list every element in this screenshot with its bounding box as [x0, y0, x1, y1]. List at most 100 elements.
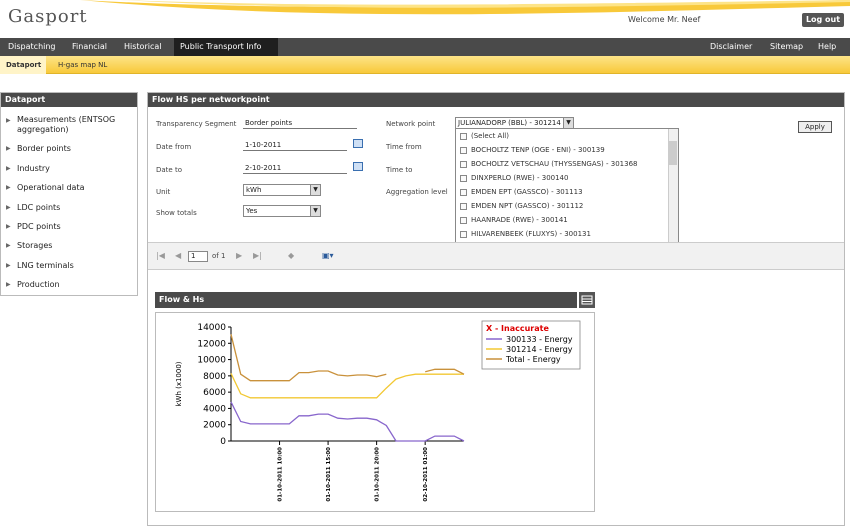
unit-label: Unit — [156, 188, 171, 196]
sidebar-item-production[interactable]: ▶ Production — [1, 280, 137, 289]
sidebar-item-label: LDC points — [17, 203, 61, 212]
legend-entry: 300133 - Energy — [506, 335, 573, 344]
series-line-1 — [230, 373, 464, 399]
show-totals-select[interactable]: Yes ▼ — [243, 205, 321, 217]
scroll-thumb[interactable] — [669, 141, 677, 165]
nav-disclaimer[interactable]: Disclaimer — [704, 38, 758, 56]
export-icon[interactable]: ▣▾ — [322, 251, 334, 260]
list-item[interactable]: (Select All) — [460, 132, 509, 140]
nav-help[interactable]: Help — [812, 38, 842, 56]
calendar-icon[interactable] — [353, 162, 363, 171]
aggregation-level-label: Aggregation level — [386, 188, 448, 196]
list-item[interactable]: EMDEN NPT (GASSCO) - 301112 — [460, 202, 583, 210]
calendar-icon[interactable] — [353, 139, 363, 148]
checkbox[interactable] — [460, 132, 467, 140]
checkbox[interactable] — [460, 202, 467, 210]
list-item-label: EMDEN EPT (GASSCO) - 301113 — [471, 188, 583, 196]
checkbox[interactable] — [460, 146, 467, 154]
arrow-right-icon: ▶ — [6, 117, 11, 124]
network-point-list[interactable]: (Select All) BOCHOLTZ TENP (OGE - ENI) -… — [455, 128, 679, 252]
subnav-hgas-map[interactable]: H-gas map NL — [52, 56, 113, 74]
nav-public-transport-info[interactable]: Public Transport Info — [174, 38, 278, 56]
arrow-right-icon: ▶ — [6, 242, 11, 249]
arrow-right-icon: ▶ — [6, 262, 11, 269]
checkbox[interactable] — [460, 188, 467, 196]
date-to-label: Date to — [156, 166, 182, 174]
legend-title: X - Inaccurate — [486, 324, 549, 333]
nav-dispatching[interactable]: Dispatching — [2, 38, 62, 56]
checkbox[interactable] — [460, 230, 467, 238]
checkbox[interactable] — [460, 216, 467, 224]
list-item[interactable]: EMDEN EPT (GASSCO) - 301113 — [460, 188, 583, 196]
sidebar-item-label: Measurements (ENTSOG aggregation) — [17, 115, 116, 134]
sidebar-item-label: Storages — [17, 241, 53, 250]
list-item[interactable]: HILVARENBEEK (FLUXYS) - 300131 — [460, 230, 591, 238]
nav-financial[interactable]: Financial — [66, 38, 113, 56]
table-view-icon[interactable] — [579, 292, 595, 308]
arrow-right-icon: ▶ — [6, 145, 11, 152]
y-axis-label: kWh (x1000) — [175, 361, 183, 406]
header: Gasport Welcome Mr. Neef Log out — [0, 0, 850, 38]
legend-entry: Total - Energy — [505, 355, 561, 364]
apply-button[interactable]: Apply — [798, 121, 832, 133]
first-page-icon[interactable]: |◀ — [156, 251, 165, 260]
x-tick-label: 01-10-2011 15:00 — [326, 447, 332, 502]
time-to-label: Time to — [386, 166, 413, 174]
unit-select[interactable]: kWh ▼ — [243, 184, 321, 196]
arrow-right-icon: ▶ — [6, 184, 11, 191]
arrow-right-icon: ▶ — [6, 281, 11, 288]
checkbox[interactable] — [460, 174, 467, 182]
sidebar-item-operational-data[interactable]: ▶ Operational data — [1, 183, 137, 192]
sidebar-item-industry[interactable]: ▶ Industry — [1, 164, 137, 173]
top-nav: Dispatching Financial Historical Public … — [0, 38, 850, 56]
sidebar-item-pdc-points[interactable]: ▶ PDC points — [1, 222, 137, 231]
list-item[interactable]: BOCHOLTZ VETSCHAU (THYSSENGAS) - 301368 — [460, 160, 637, 168]
date-from-field[interactable]: 1-10-2011 — [243, 139, 347, 151]
sidebar-item-lng-terminals[interactable]: ▶ LNG terminals — [1, 261, 137, 270]
subnav-dataport[interactable]: Dataport — [0, 56, 46, 74]
chart-box: 14000 12000 10000 8000 6000 4000 2000 0 kWh (x10… — [155, 312, 595, 512]
y-tick-label: 6000 — [203, 388, 226, 398]
nav-sitemap[interactable]: Sitemap — [764, 38, 809, 56]
date-to-field[interactable]: 2-10-2011 — [243, 162, 347, 174]
logout-button[interactable]: Log out — [802, 13, 844, 27]
sidebar: Dataport ▶ Measurements (ENTSOG aggregati… — [0, 92, 138, 296]
page-count: of 1 — [212, 252, 226, 260]
list-scrollbar[interactable] — [668, 129, 678, 251]
sidebar-item-label: Operational data — [17, 183, 85, 192]
header-swoosh — [80, 0, 850, 15]
panel-title: Flow HS per networkpoint — [148, 93, 844, 107]
x-tick-label: 02-10-2011 01:00 — [423, 447, 429, 502]
series-line-0 — [230, 401, 465, 442]
sidebar-item-storages[interactable]: ▶ Storages — [1, 241, 137, 250]
sidebar-item-measurements[interactable]: ▶ Measurements (ENTSOG aggregation) — [1, 115, 137, 135]
nav-historical[interactable]: Historical — [118, 38, 167, 56]
sidebar-item-label: Border points — [17, 144, 71, 153]
checkbox[interactable] — [460, 160, 467, 168]
arrow-right-icon: ▶ — [6, 204, 11, 211]
previous-page-icon[interactable]: ◀ — [175, 251, 181, 260]
logo[interactable]: Gasport — [8, 6, 88, 27]
sidebar-item-border-points[interactable]: ▶ Border points — [1, 144, 137, 153]
x-tick-label: 01-10-2011 10:00 — [278, 447, 284, 502]
list-item[interactable]: DINXPERLO (RWE) - 300140 — [460, 174, 568, 182]
sidebar-item-label: Industry — [17, 164, 50, 173]
x-tick-label: 01-10-2011 20:00 — [375, 447, 381, 502]
time-from-label: Time from — [386, 143, 422, 151]
transparency-segment-field[interactable]: Border points — [243, 117, 357, 129]
last-page-icon[interactable]: ▶| — [253, 251, 262, 260]
date-from-label: Date from — [156, 143, 192, 151]
list-item-label: EMDEN NPT (GASSCO) - 301112 — [471, 202, 584, 210]
arrow-right-icon: ▶ — [6, 165, 11, 172]
next-page-icon[interactable]: ▶ — [236, 251, 242, 260]
legend-entry: 301214 - Energy — [506, 345, 573, 354]
list-item[interactable]: BOCHOLTZ TENP (OGE - ENI) - 300139 — [460, 146, 605, 154]
page-number-input[interactable]: 1 — [188, 251, 208, 262]
list-item[interactable]: HAANRADE (RWE) - 300141 — [460, 216, 568, 224]
flow-chart: 14000 12000 10000 8000 6000 4000 2000 0 kWh (x10… — [175, 320, 581, 502]
y-tick-label: 0 — [220, 437, 226, 447]
sidebar-item-ldc-points[interactable]: ▶ LDC points — [1, 203, 137, 212]
chart-panel-title: Flow & Hs — [155, 292, 577, 308]
y-tick-label: 10000 — [197, 356, 226, 366]
refresh-icon[interactable]: ◆ — [288, 251, 294, 260]
